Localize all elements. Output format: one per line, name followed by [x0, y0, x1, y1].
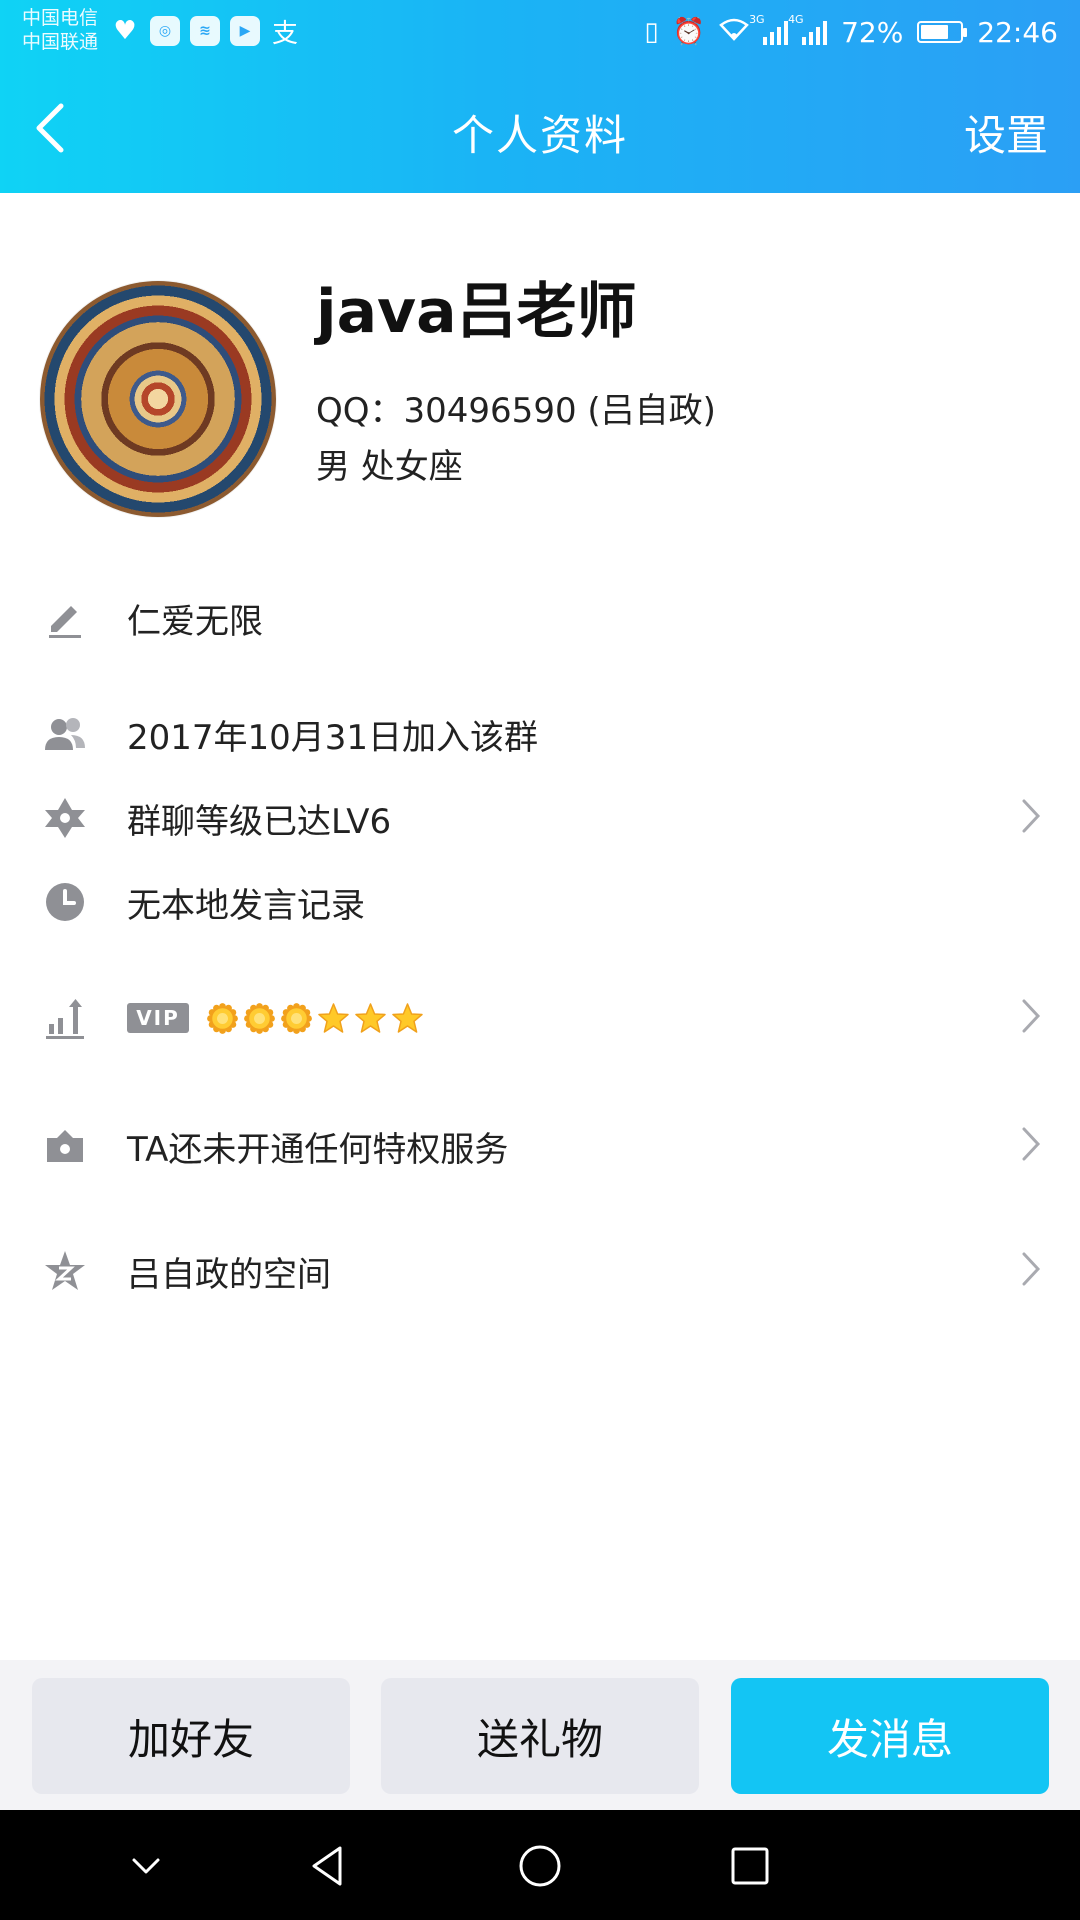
status-right: ▯ ⏰ 3G 4G 72% 22:46 [644, 12, 1058, 52]
iqiyi-icon: ≋ [190, 16, 220, 46]
qq-level-star-icon [318, 1002, 349, 1033]
network-type-2: 4G [788, 13, 804, 26]
battery-percent: 72% [841, 15, 904, 49]
signature-text: 仁爱无限 [127, 601, 263, 642]
group-level-row[interactable]: 群聊等级已达LV6 [0, 780, 1080, 856]
signal-icon-sim1: 3G [749, 13, 789, 45]
settings-button[interactable]: 设置 [964, 102, 1048, 163]
system-back-button[interactable] [304, 1840, 356, 1892]
privilege-text: TA还未开通任何特权服务 [127, 1129, 509, 1170]
weibo-icon: ◎ [150, 16, 180, 46]
clock: 22:46 [977, 15, 1058, 49]
send-gift-button[interactable]: 送礼物 [381, 1678, 699, 1794]
circle-home-icon [519, 1845, 561, 1887]
battery-fill [921, 25, 949, 39]
network-type-1: 3G [749, 13, 765, 26]
qq-level-star-icon [355, 1002, 386, 1033]
video-play-icon: ▶ [230, 16, 260, 46]
hexagram-star-icon [42, 795, 88, 841]
alipay-icon: 支 [271, 18, 298, 49]
battery-icon [917, 21, 968, 43]
top-header: 中国电信 中国联通 ♥ ◎ ≋ ▶ 支 ▯ ⏰ 3G 4G 72% 22:46 … [0, 0, 1080, 193]
crown-bag-icon [42, 1123, 88, 1169]
alarm-icon: ⏰ [672, 17, 706, 47]
carrier-info: 中国电信 中国联通 [22, 6, 98, 54]
qq-level-sun-icon [207, 1002, 238, 1034]
privilege-row[interactable]: TA还未开通任何特权服务 [0, 1108, 1080, 1184]
clock-icon [42, 879, 88, 925]
triangle-back-icon [312, 1846, 342, 1886]
hide-keyboard-button[interactable] [120, 1840, 172, 1892]
add-friend-button[interactable]: 加好友 [32, 1678, 350, 1794]
chevron-right-icon [1020, 798, 1044, 838]
signal-icon-sim2: 4G [788, 13, 828, 45]
system-home-button[interactable] [514, 1840, 566, 1892]
navbar: 个人资料 设置 [0, 62, 1080, 193]
speech-record-text: 无本地发言记录 [127, 885, 365, 926]
wifi-icon [719, 17, 749, 48]
group-members-icon [42, 711, 88, 757]
vip-row[interactable]: VIP [0, 980, 1080, 1056]
speech-record-row: 无本地发言记录 [0, 864, 1080, 940]
join-date-text: 2017年10月31日加入该群 [127, 717, 539, 758]
chevron-right-icon [1020, 1251, 1044, 1291]
page-title: 个人资料 [451, 111, 628, 160]
notification-icons: ♥ ◎ ≋ ▶ 支 [110, 16, 300, 49]
system-recents-button[interactable] [724, 1840, 776, 1892]
send-message-button[interactable]: 发消息 [731, 1678, 1049, 1794]
vibrate-icon: ▯ [644, 17, 659, 47]
qzone-text: 吕自政的空间 [127, 1254, 331, 1295]
level-up-chart-icon [42, 995, 88, 1041]
vip-badge: VIP [127, 1003, 189, 1033]
system-nav-bar [0, 1810, 1080, 1920]
qq-level-star-icon [392, 1002, 423, 1033]
group-level-text: 群聊等级已达LV6 [127, 801, 392, 842]
chevron-right-icon [1020, 1126, 1044, 1166]
qq-level-sun-icon [244, 1002, 275, 1034]
qzone-row[interactable]: 吕自政的空间 [0, 1233, 1080, 1309]
chevron-right-icon [1020, 998, 1044, 1038]
profile-gender-zodiac: 男 处女座 [316, 447, 463, 487]
profile-qq-number: QQ：30496590 (吕自政) [316, 391, 716, 431]
qq-level-sun-icon [281, 1002, 312, 1034]
chevron-down-icon [132, 1858, 160, 1874]
qq-level-icons [206, 1002, 424, 1035]
profile-card: java吕老师 QQ：30496590 (吕自政) 男 处女座 [0, 193, 1080, 563]
action-bar: 加好友 送礼物 发消息 [0, 1660, 1080, 1810]
signature-row: 仁爱无限 [0, 580, 1080, 656]
square-recents-icon [731, 1847, 769, 1885]
qzone-star-icon [42, 1248, 88, 1294]
pencil-icon [42, 595, 88, 641]
profile-name: java吕老师 [316, 277, 637, 347]
health-icon: ♥ [113, 16, 137, 46]
avatar[interactable] [40, 281, 276, 517]
carrier-2: 中国联通 [22, 31, 99, 53]
status-bar: 中国电信 中国联通 ♥ ◎ ≋ ▶ 支 ▯ ⏰ 3G 4G 72% 22:46 [0, 0, 1080, 62]
join-date-row: 2017年10月31日加入该群 [0, 696, 1080, 772]
carrier-1: 中国电信 [22, 7, 99, 29]
